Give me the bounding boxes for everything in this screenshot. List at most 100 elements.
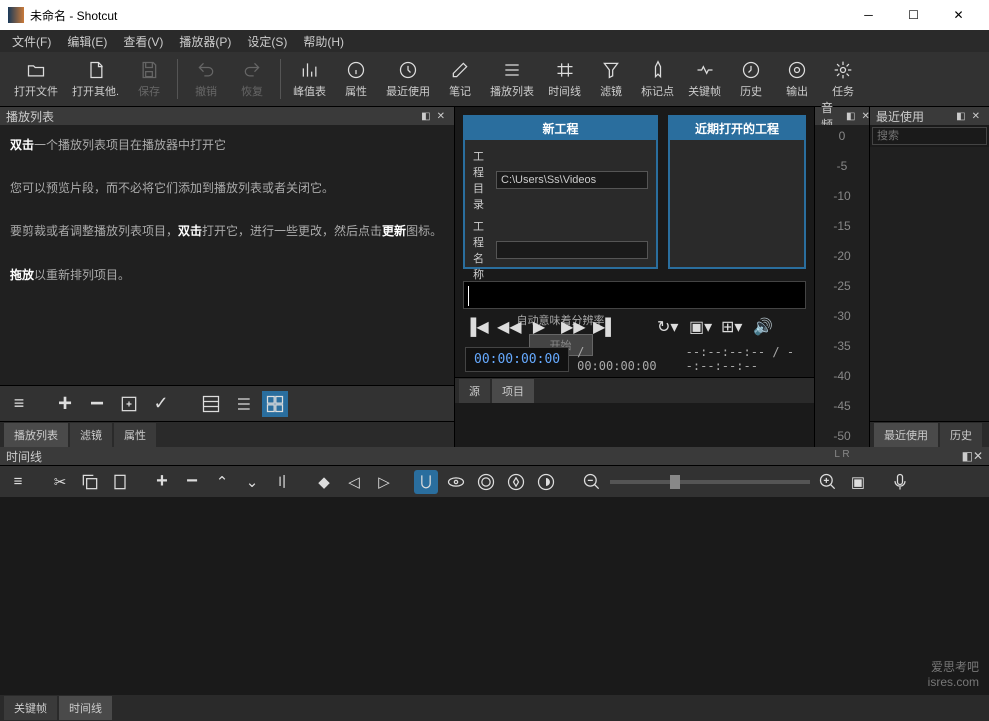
tab-history[interactable]: 历史	[940, 423, 982, 447]
watermark: 爱思考吧isres.com	[928, 660, 979, 691]
undo-button[interactable]: 撤销	[184, 57, 228, 101]
keyframes-button[interactable]: 关键帧	[682, 57, 727, 101]
close-button[interactable]: ✕	[936, 0, 981, 30]
zoom-fit-icon[interactable]: ▣▾	[689, 317, 709, 337]
open-file-button[interactable]: 打开文件	[8, 57, 64, 101]
overwrite-icon[interactable]: ⌄	[240, 470, 264, 494]
zoom-out-icon[interactable]	[580, 470, 604, 494]
lift-icon[interactable]: ⌃	[210, 470, 234, 494]
audio-scale: 0-5-10-15-20-25-30-35-40-45-50	[815, 125, 869, 447]
tab-playlist[interactable]: 播放列表	[4, 423, 68, 447]
redo-icon	[241, 59, 263, 81]
menu-view[interactable]: 查看(V)	[115, 31, 171, 52]
record-audio-icon[interactable]	[888, 470, 912, 494]
add-icon[interactable]: +	[52, 391, 78, 417]
project-name-input[interactable]	[496, 241, 648, 259]
clock-icon	[397, 59, 419, 81]
project-dir-input[interactable]	[496, 171, 648, 189]
tab-timeline[interactable]: 时间线	[59, 696, 112, 720]
tab-source[interactable]: 源	[459, 379, 490, 403]
recent-button[interactable]: 最近使用	[380, 57, 436, 101]
skip-end-icon[interactable]: ▶▌	[593, 317, 613, 337]
zoom-in-icon[interactable]	[816, 470, 840, 494]
timeline-button[interactable]: 时间线	[542, 57, 587, 101]
zoom-slider[interactable]	[610, 480, 810, 484]
undock-icon[interactable]: ◧	[418, 111, 433, 122]
menu-settings[interactable]: 设定(S)	[239, 31, 295, 52]
loop-icon[interactable]: ↻▾	[657, 317, 677, 337]
source-tabs: 源 项目	[455, 377, 814, 403]
view-grid-icon[interactable]	[262, 391, 288, 417]
prev-marker-icon[interactable]: ◁	[342, 470, 366, 494]
recent-panel: 最近使用◧✕ 最近使用 历史	[869, 107, 989, 447]
edit-icon	[449, 59, 471, 81]
split-icon[interactable]: 〢	[270, 470, 294, 494]
playlist-button[interactable]: 播放列表	[484, 57, 540, 101]
grid-icon[interactable]: ⊞▾	[721, 317, 741, 337]
snap-icon[interactable]	[414, 470, 438, 494]
panel-close-icon[interactable]: ✕	[434, 111, 448, 122]
properties-button[interactable]: 属性	[334, 57, 378, 101]
panel-close-icon[interactable]: ✕	[973, 449, 983, 463]
remove-icon[interactable]: −	[180, 470, 204, 494]
export-button[interactable]: 输出	[775, 57, 819, 101]
maximize-button[interactable]: ☐	[891, 0, 936, 30]
next-marker-icon[interactable]: ▷	[372, 470, 396, 494]
menu-icon[interactable]: ≡	[6, 391, 32, 417]
ripple-icon[interactable]	[474, 470, 498, 494]
menu-edit[interactable]: 编辑(E)	[59, 31, 115, 52]
view-list-icon[interactable]	[230, 391, 256, 417]
titlebar: 未命名 - Shotcut ─ ☐ ✕	[0, 0, 989, 30]
view-details-icon[interactable]	[198, 391, 224, 417]
separator	[177, 59, 178, 99]
markers-button[interactable]: 标记点	[635, 57, 680, 101]
insert-icon[interactable]	[116, 391, 142, 417]
ripple-all-icon[interactable]	[504, 470, 528, 494]
notes-button[interactable]: 笔记	[438, 57, 482, 101]
zoom-fit-icon[interactable]: ▣	[846, 470, 870, 494]
tab-project[interactable]: 项目	[492, 379, 534, 403]
bottom-tabs: 关键帧 时间线	[0, 695, 989, 721]
append-icon[interactable]: +	[150, 470, 174, 494]
play-icon[interactable]: ▶	[529, 317, 549, 337]
marker-add-icon[interactable]: ◆	[312, 470, 336, 494]
tab-recent[interactable]: 最近使用	[874, 423, 938, 447]
save-button[interactable]: 保存	[127, 57, 171, 101]
scrub-icon[interactable]	[444, 470, 468, 494]
ripple-markers-icon[interactable]	[534, 470, 558, 494]
preview-area[interactable]	[463, 281, 806, 309]
check-icon[interactable]: ✓	[148, 391, 174, 417]
undock-icon[interactable]: ◧	[953, 111, 968, 122]
forward-icon[interactable]: ▶▶	[561, 317, 581, 337]
copy-icon[interactable]	[78, 470, 102, 494]
peak-meter-button[interactable]: 峰值表	[287, 57, 332, 101]
history-button[interactable]: 历史	[729, 57, 773, 101]
menu-file[interactable]: 文件(F)	[4, 31, 59, 52]
filters-button[interactable]: 滤镜	[589, 57, 633, 101]
tab-keyframes[interactable]: 关键帧	[4, 696, 57, 720]
timecode-current[interactable]: 00:00:00:00	[465, 347, 569, 372]
separator	[280, 59, 281, 99]
menu-player[interactable]: 播放器(P)	[171, 31, 239, 52]
window-title: 未命名 - Shotcut	[30, 7, 846, 24]
tab-properties[interactable]: 属性	[114, 423, 156, 447]
open-other-button[interactable]: 打开其他.	[66, 57, 125, 101]
undock-icon[interactable]: ◧	[962, 449, 973, 463]
undock-icon[interactable]: ◧	[843, 111, 858, 122]
menu-help[interactable]: 帮助(H)	[295, 31, 352, 52]
rewind-icon[interactable]: ◀◀	[497, 317, 517, 337]
volume-icon[interactable]: 🔊	[753, 317, 773, 337]
timeline-tracks[interactable]	[0, 497, 989, 671]
remove-icon[interactable]: −	[84, 391, 110, 417]
paste-icon[interactable]	[108, 470, 132, 494]
cut-icon[interactable]: ✂	[48, 470, 72, 494]
skip-start-icon[interactable]: ▐◀	[465, 317, 485, 337]
tl-menu-icon[interactable]: ≡	[6, 470, 30, 494]
minimize-button[interactable]: ─	[846, 0, 891, 30]
redo-button[interactable]: 恢复	[230, 57, 274, 101]
funnel-icon	[600, 59, 622, 81]
tab-filters[interactable]: 滤镜	[70, 423, 112, 447]
recent-search-input[interactable]	[872, 127, 987, 145]
jobs-button[interactable]: 任务	[821, 57, 865, 101]
panel-close-icon[interactable]: ✕	[969, 111, 983, 122]
